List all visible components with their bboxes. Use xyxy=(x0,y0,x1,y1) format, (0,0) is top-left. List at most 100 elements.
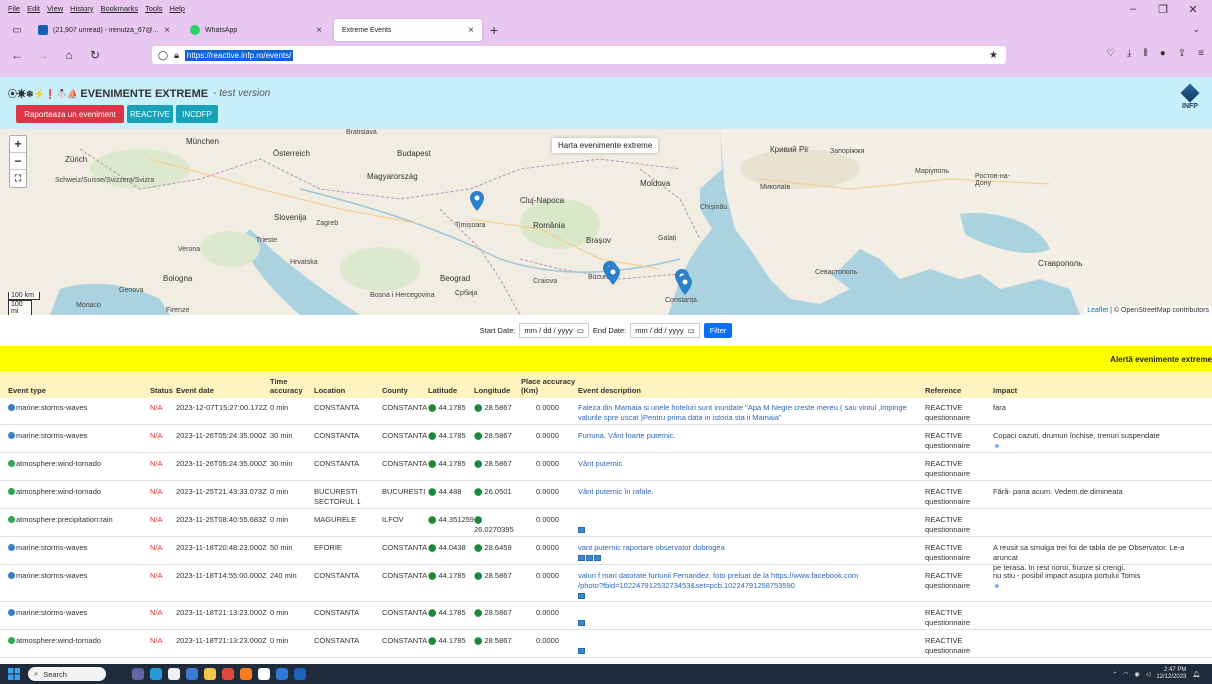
col-location[interactable]: Location xyxy=(314,386,345,395)
table-row[interactable]: marine:storms-waves N/A 2023-11-18T14:55:0… xyxy=(0,565,1212,602)
chrome-icon[interactable] xyxy=(222,668,234,680)
image-icon[interactable] xyxy=(586,555,593,561)
table-row[interactable]: marine:storms-waves N/A 2023-11-18T21:13:2… xyxy=(0,602,1212,630)
col-event-date[interactable]: Event date xyxy=(176,386,214,395)
map-pin-icon[interactable] xyxy=(470,191,484,211)
description-cell[interactable] xyxy=(578,608,918,629)
download-icon[interactable]: ⤓ xyxy=(1127,48,1131,59)
close-tab-icon[interactable]: × xyxy=(316,25,322,36)
tab-list-icon[interactable]: ▭ xyxy=(8,25,26,36)
col-longitude[interactable]: Longitude xyxy=(474,386,510,395)
map-pin-icon[interactable] xyxy=(678,275,692,295)
wifi-icon[interactable]: ◉ xyxy=(1134,671,1139,678)
hamburger-menu-icon[interactable]: ≡ xyxy=(1198,48,1204,59)
chevron-down-icon[interactable]: ⌄ xyxy=(1192,24,1200,35)
col-reference[interactable]: Reference xyxy=(925,386,961,395)
image-icon[interactable] xyxy=(578,648,585,654)
minimize-icon[interactable]: – xyxy=(1118,3,1148,16)
description-cell[interactable]: vant puternic raportare observator dobro… xyxy=(578,543,918,564)
tab-whatsapp[interactable]: WhatsApp × xyxy=(182,19,330,41)
description-cell[interactable]: valuri f mari datorate furtunii Fernande… xyxy=(578,571,918,602)
back-icon[interactable]: ← xyxy=(10,48,24,62)
description-text-cont[interactable]: valurile spre uscat )Pentru prima data i… xyxy=(578,413,782,422)
copilot-icon[interactable] xyxy=(186,668,198,680)
close-tab-icon[interactable]: × xyxy=(164,25,170,36)
app-icon[interactable] xyxy=(276,668,288,680)
image-icon[interactable] xyxy=(578,620,585,626)
image-icon[interactable] xyxy=(578,593,585,599)
osm-attribution[interactable]: © OpenStreetMap contributors xyxy=(1114,307,1209,314)
zoom-in-button[interactable]: + xyxy=(10,136,26,153)
image-icon[interactable] xyxy=(594,555,601,561)
network-icon[interactable]: ◠ xyxy=(1123,671,1128,678)
library-icon[interactable]: ⫴ xyxy=(1144,48,1148,59)
volume-icon[interactable]: ◁ xyxy=(1146,671,1151,678)
report-event-button[interactable]: Raporteaza un eveniment xyxy=(16,105,124,123)
tab-extreme-events[interactable]: Extreme Events × xyxy=(334,19,482,41)
menu-help[interactable]: Help xyxy=(170,4,185,13)
file-explorer-icon[interactable] xyxy=(204,668,216,680)
description-cell[interactable] xyxy=(578,515,918,536)
reactive-button[interactable]: REACTIVE xyxy=(127,105,173,123)
menu-view[interactable]: View xyxy=(47,4,63,13)
share-icon[interactable]: ⇪ xyxy=(1178,48,1186,59)
map-pin-icon[interactable] xyxy=(606,265,620,285)
description-text[interactable]: vant puternic raportare observator dobro… xyxy=(578,543,725,552)
shield-icon[interactable]: ◯ xyxy=(158,50,168,61)
link-icon[interactable]: ⚭ xyxy=(993,581,1001,591)
maximize-icon[interactable]: ❐ xyxy=(1148,3,1178,16)
description-cell[interactable]: Vânt puternic xyxy=(578,459,918,470)
description-cell[interactable]: Faleza din Mamaia si unele hoteluri sunt… xyxy=(578,403,918,424)
zoom-out-button[interactable]: − xyxy=(10,153,26,170)
table-row[interactable]: atmosphere:wind-tornado N/A 2023-11-18T21:… xyxy=(0,630,1212,658)
new-tab-icon[interactable]: + xyxy=(490,22,498,38)
bookmark-star-icon[interactable]: ★ xyxy=(989,50,998,61)
col-status[interactable]: Status xyxy=(150,386,173,395)
firefox-icon[interactable] xyxy=(240,668,252,680)
description-text-cont[interactable]: /photo?fbid=10224791253273453&set=pcb.10… xyxy=(578,581,795,590)
url-bar[interactable]: ◯ 🔒︎ https://reactive.infp.ro/events/ ★ xyxy=(152,46,1006,64)
close-tab-icon[interactable]: × xyxy=(468,25,474,36)
table-row[interactable]: marine:storms-waves N/A 2023-11-18T20:48:2… xyxy=(0,537,1212,572)
calendar-icon[interactable]: ▭ xyxy=(688,326,695,335)
table-row[interactable]: marine:storms-waves N/A 2023-12-07T15:27:0… xyxy=(0,397,1212,425)
link-icon[interactable]: ⚭ xyxy=(993,441,1001,451)
app-icon[interactable] xyxy=(294,668,306,680)
description-cell[interactable]: Furtuna. Vânt foarte puternic. xyxy=(578,431,918,442)
lock-icon[interactable]: 🔒︎ xyxy=(174,50,179,61)
description-text[interactable]: valuri f mari datorate furtunii Fernande… xyxy=(578,571,858,580)
col-time-accuracy[interactable]: Time accuracy xyxy=(270,377,303,395)
col-latitude[interactable]: Latitude xyxy=(428,386,457,395)
windows-start-icon[interactable] xyxy=(8,668,20,680)
tab-mail[interactable]: (21,907 unread) - irenutza_67@... × xyxy=(30,19,178,41)
menu-tools[interactable]: Tools xyxy=(145,4,163,13)
incdfp-button[interactable]: INCDFP xyxy=(176,105,218,123)
table-row[interactable]: atmosphere:precipitation:rain N/A 2023-11-… xyxy=(0,509,1212,537)
description-cell[interactable] xyxy=(578,636,918,657)
store-icon[interactable] xyxy=(168,668,180,680)
url-text[interactable]: https://reactive.infp.ro/events/ xyxy=(184,49,294,61)
fullscreen-icon[interactable]: ⛶ xyxy=(10,170,26,187)
col-place-accuracy[interactable]: Place accuracy (Km) xyxy=(521,377,575,395)
start-date-input[interactable]: mm / dd / yyyy ▭ xyxy=(519,323,589,338)
description-cell[interactable]: Vânt puternic în rafale. xyxy=(578,487,918,498)
taskbar-search[interactable]: ⌕ Search xyxy=(28,667,106,681)
menu-edit[interactable]: Edit xyxy=(27,4,40,13)
menu-history[interactable]: History xyxy=(70,4,93,13)
menu-bookmarks[interactable]: Bookmarks xyxy=(101,4,139,13)
leaflet-link[interactable]: Leaflet xyxy=(1087,307,1108,314)
reload-icon[interactable]: ↻ xyxy=(88,48,102,62)
events-map[interactable]: München Zürich Schweiz/Suisse/Svizzera/S… xyxy=(0,129,1212,315)
pocket-icon[interactable]: ♡ xyxy=(1106,48,1115,59)
table-row[interactable]: marine:storms-waves N/A 2023-11-26T05:24:3… xyxy=(0,425,1212,453)
image-icon[interactable] xyxy=(578,527,585,533)
col-impact[interactable]: Impact xyxy=(993,386,1017,395)
end-date-input[interactable]: mm / dd / yyyy ▭ xyxy=(630,323,700,338)
notification-icon[interactable]: 🔔︎ xyxy=(1192,671,1200,678)
clock[interactable]: 2:47 PM 12/12/2023 xyxy=(1156,667,1186,681)
description-text[interactable]: Vânt puternic xyxy=(578,459,622,468)
menu-file[interactable]: File xyxy=(8,4,20,13)
filter-button[interactable]: Filter xyxy=(703,323,733,338)
chevron-up-icon[interactable]: ⌃ xyxy=(1112,671,1117,678)
extension-icon[interactable]: ● xyxy=(1160,48,1166,59)
